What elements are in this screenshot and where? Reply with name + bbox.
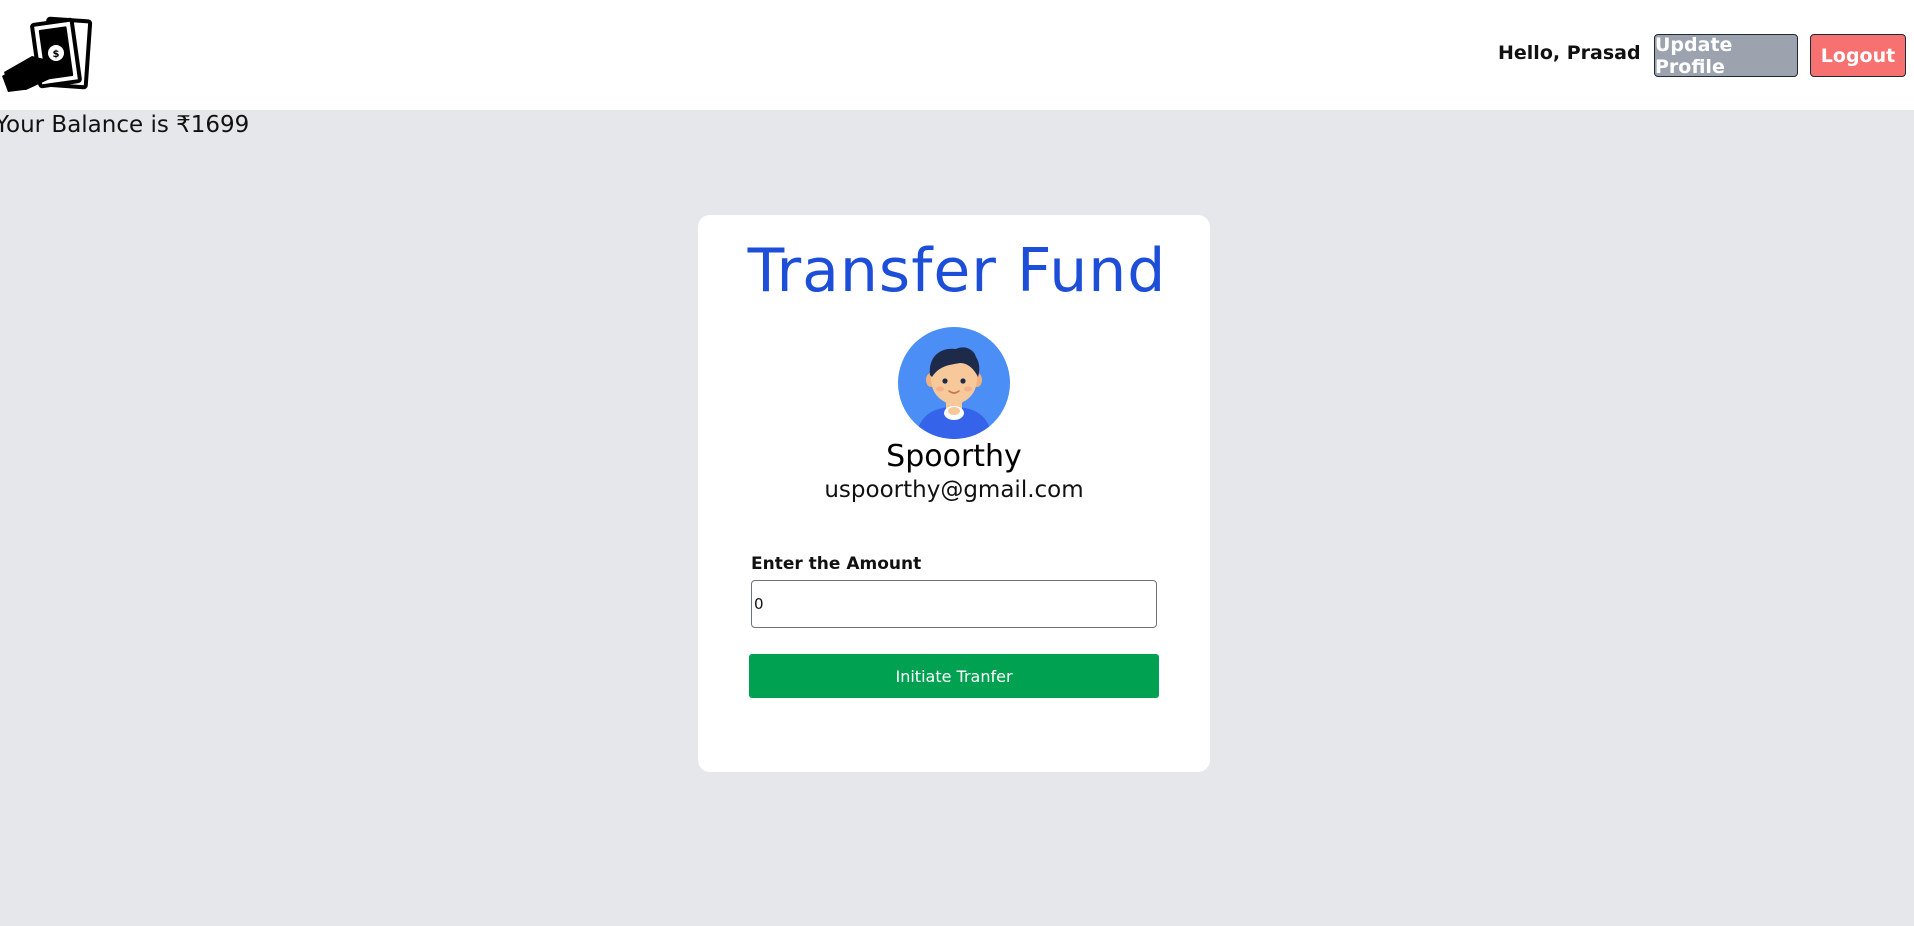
- amount-input[interactable]: [751, 580, 1157, 628]
- initiate-transfer-button[interactable]: Initiate Tranfer: [749, 654, 1159, 698]
- top-navbar: $ Hello, Prasad Update Profile Logout: [0, 0, 1914, 110]
- recipient-email: uspoorthy@gmail.com: [824, 477, 1084, 503]
- update-profile-button[interactable]: Update Profile: [1654, 34, 1798, 78]
- recipient-name: Spoorthy: [886, 439, 1022, 474]
- balance-text: Your Balance is ₹1699: [0, 112, 250, 138]
- user-avatar-icon: [898, 327, 1010, 439]
- svg-text:$: $: [53, 49, 60, 60]
- amount-label: Enter the Amount: [751, 554, 922, 574]
- logout-button[interactable]: Logout: [1810, 34, 1906, 77]
- user-greeting: Hello, Prasad: [1498, 42, 1641, 64]
- hand-holding-money-icon[interactable]: $: [2, 16, 98, 92]
- page-title: Transfer Fund: [747, 236, 1167, 306]
